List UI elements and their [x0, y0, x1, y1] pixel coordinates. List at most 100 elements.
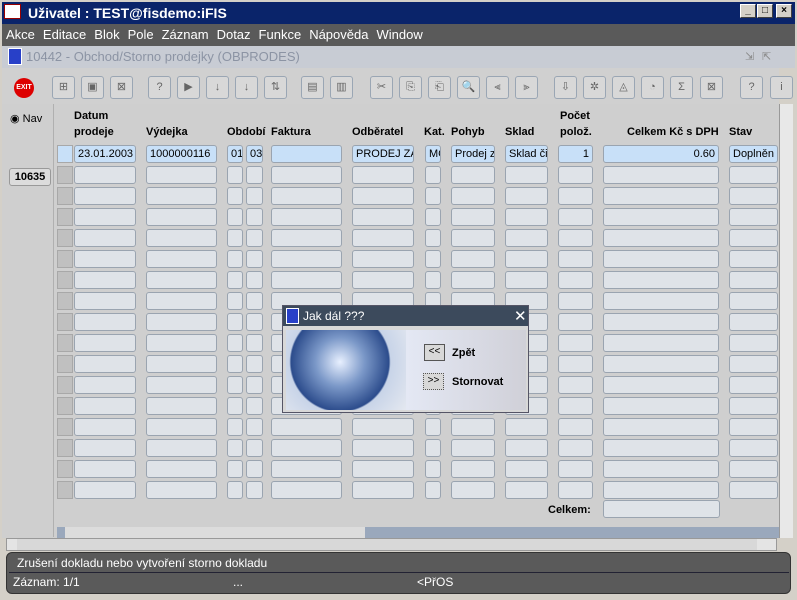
row-indicator[interactable] — [57, 166, 73, 184]
field-pocet[interactable] — [558, 250, 593, 268]
field-obdobi-y[interactable] — [246, 481, 263, 499]
field-vydejka[interactable] — [146, 250, 217, 268]
field-datum[interactable] — [74, 376, 136, 394]
row-indicator[interactable] — [57, 397, 73, 415]
column-left-icon[interactable]: ⫷ — [486, 76, 509, 99]
field-datum[interactable] — [74, 187, 136, 205]
field-obdobi-y[interactable] — [246, 271, 263, 289]
execute-query-icon[interactable]: ▶ — [177, 76, 200, 99]
field-kat[interactable] — [425, 439, 441, 457]
field-datum[interactable] — [74, 334, 136, 352]
field-obdobi-m[interactable] — [227, 166, 243, 184]
field-datum[interactable] — [74, 229, 136, 247]
nav-radio[interactable]: ◉ Nav — [10, 112, 42, 125]
sort-asc-icon[interactable]: ↓ — [206, 76, 229, 99]
field-obdobi-m[interactable] — [227, 334, 243, 352]
field-odberatel[interactable] — [352, 481, 414, 499]
row-indicator[interactable] — [57, 334, 73, 352]
field-pocet[interactable] — [558, 460, 593, 478]
field-celkem[interactable] — [603, 250, 719, 268]
field-stav[interactable] — [729, 208, 778, 226]
field-vydejka[interactable] — [146, 208, 217, 226]
field-odberatel[interactable] — [352, 208, 414, 226]
celkem-total-field[interactable] — [603, 500, 720, 518]
back-button[interactable]: << — [424, 344, 445, 361]
find-icon[interactable]: 🔍 — [457, 76, 480, 99]
field-vydejka[interactable] — [146, 313, 217, 331]
row-indicator[interactable] — [57, 439, 73, 457]
field-stav[interactable] — [729, 292, 778, 310]
field-stav[interactable] — [729, 418, 778, 436]
field-pocet[interactable] — [558, 355, 593, 373]
minimize-button[interactable]: _ — [740, 4, 756, 18]
field-celkem[interactable]: 0.60 — [603, 145, 719, 163]
field-datum[interactable] — [74, 250, 136, 268]
field-vydejka[interactable] — [146, 439, 217, 457]
field-sklad[interactable] — [505, 208, 548, 226]
field-stav[interactable] — [729, 250, 778, 268]
field-pocet[interactable] — [558, 271, 593, 289]
field-sklad[interactable] — [505, 418, 548, 436]
field-obdobi-m[interactable] — [227, 292, 243, 310]
field-stav[interactable] — [729, 481, 778, 499]
field-obdobi-m[interactable]: 01 — [227, 145, 243, 163]
field-pohyb[interactable] — [451, 229, 495, 247]
field-vydejka[interactable] — [146, 187, 217, 205]
field-celkem[interactable] — [603, 439, 719, 457]
field-sklad[interactable] — [505, 187, 548, 205]
menu-window[interactable]: Window — [376, 27, 422, 42]
field-obdobi-m[interactable] — [227, 481, 243, 499]
vertical-scrollbar[interactable] — [779, 104, 793, 538]
row-indicator[interactable] — [57, 292, 73, 310]
field-celkem[interactable] — [603, 313, 719, 331]
field-obdobi-m[interactable] — [227, 271, 243, 289]
field-kat[interactable] — [425, 460, 441, 478]
field-pohyb[interactable] — [451, 208, 495, 226]
field-vydejka[interactable] — [146, 229, 217, 247]
sort-multi-icon[interactable]: ⇅ — [264, 76, 287, 99]
field-datum[interactable] — [74, 397, 136, 415]
field-vydejka[interactable] — [146, 292, 217, 310]
menu-pole[interactable]: Pole — [128, 27, 154, 42]
field-kat[interactable] — [425, 166, 441, 184]
window-horizontal-scrollbar[interactable] — [6, 538, 777, 551]
menu-blok[interactable]: Blok — [94, 27, 119, 42]
paste-icon[interactable]: ⎗ — [428, 76, 451, 99]
row-indicator[interactable] — [57, 187, 73, 205]
field-stav[interactable] — [729, 460, 778, 478]
field-faktura[interactable] — [271, 208, 342, 226]
field-pocet[interactable] — [558, 229, 593, 247]
row-indicator[interactable] — [57, 313, 73, 331]
field-pocet[interactable]: 1 — [558, 145, 593, 163]
field-datum[interactable] — [74, 439, 136, 457]
field-obdobi-y[interactable] — [246, 355, 263, 373]
field-datum[interactable]: 23.01.2003 — [74, 145, 136, 163]
field-pocet[interactable] — [558, 418, 593, 436]
field-obdobi-y[interactable] — [246, 250, 263, 268]
field-vydejka[interactable] — [146, 166, 217, 184]
save-icon[interactable]: ▣ — [81, 76, 104, 99]
field-odberatel[interactable] — [352, 418, 414, 436]
field-obdobi-y[interactable] — [246, 418, 263, 436]
help-icon[interactable]: ? — [740, 76, 763, 99]
field-sklad[interactable] — [505, 271, 548, 289]
print-preview-icon[interactable]: ▥ — [330, 76, 353, 99]
field-faktura[interactable] — [271, 271, 342, 289]
field-odberatel[interactable] — [352, 229, 414, 247]
row-indicator[interactable] — [57, 271, 73, 289]
field-obdobi-m[interactable] — [227, 187, 243, 205]
field-stav[interactable] — [729, 334, 778, 352]
field-celkem[interactable] — [603, 334, 719, 352]
field-celkem[interactable] — [603, 166, 719, 184]
exit-button[interactable]: EXIT — [14, 78, 34, 98]
field-pocet[interactable] — [558, 187, 593, 205]
field-obdobi-y[interactable] — [246, 292, 263, 310]
export-icon[interactable]: ⇩ — [554, 76, 577, 99]
field-pocet[interactable] — [558, 439, 593, 457]
field-sklad[interactable] — [505, 481, 548, 499]
field-faktura[interactable] — [271, 418, 342, 436]
field-pohyb[interactable] — [451, 166, 495, 184]
field-odberatel[interactable] — [352, 439, 414, 457]
field-stav[interactable] — [729, 166, 778, 184]
field-obdobi-m[interactable] — [227, 460, 243, 478]
